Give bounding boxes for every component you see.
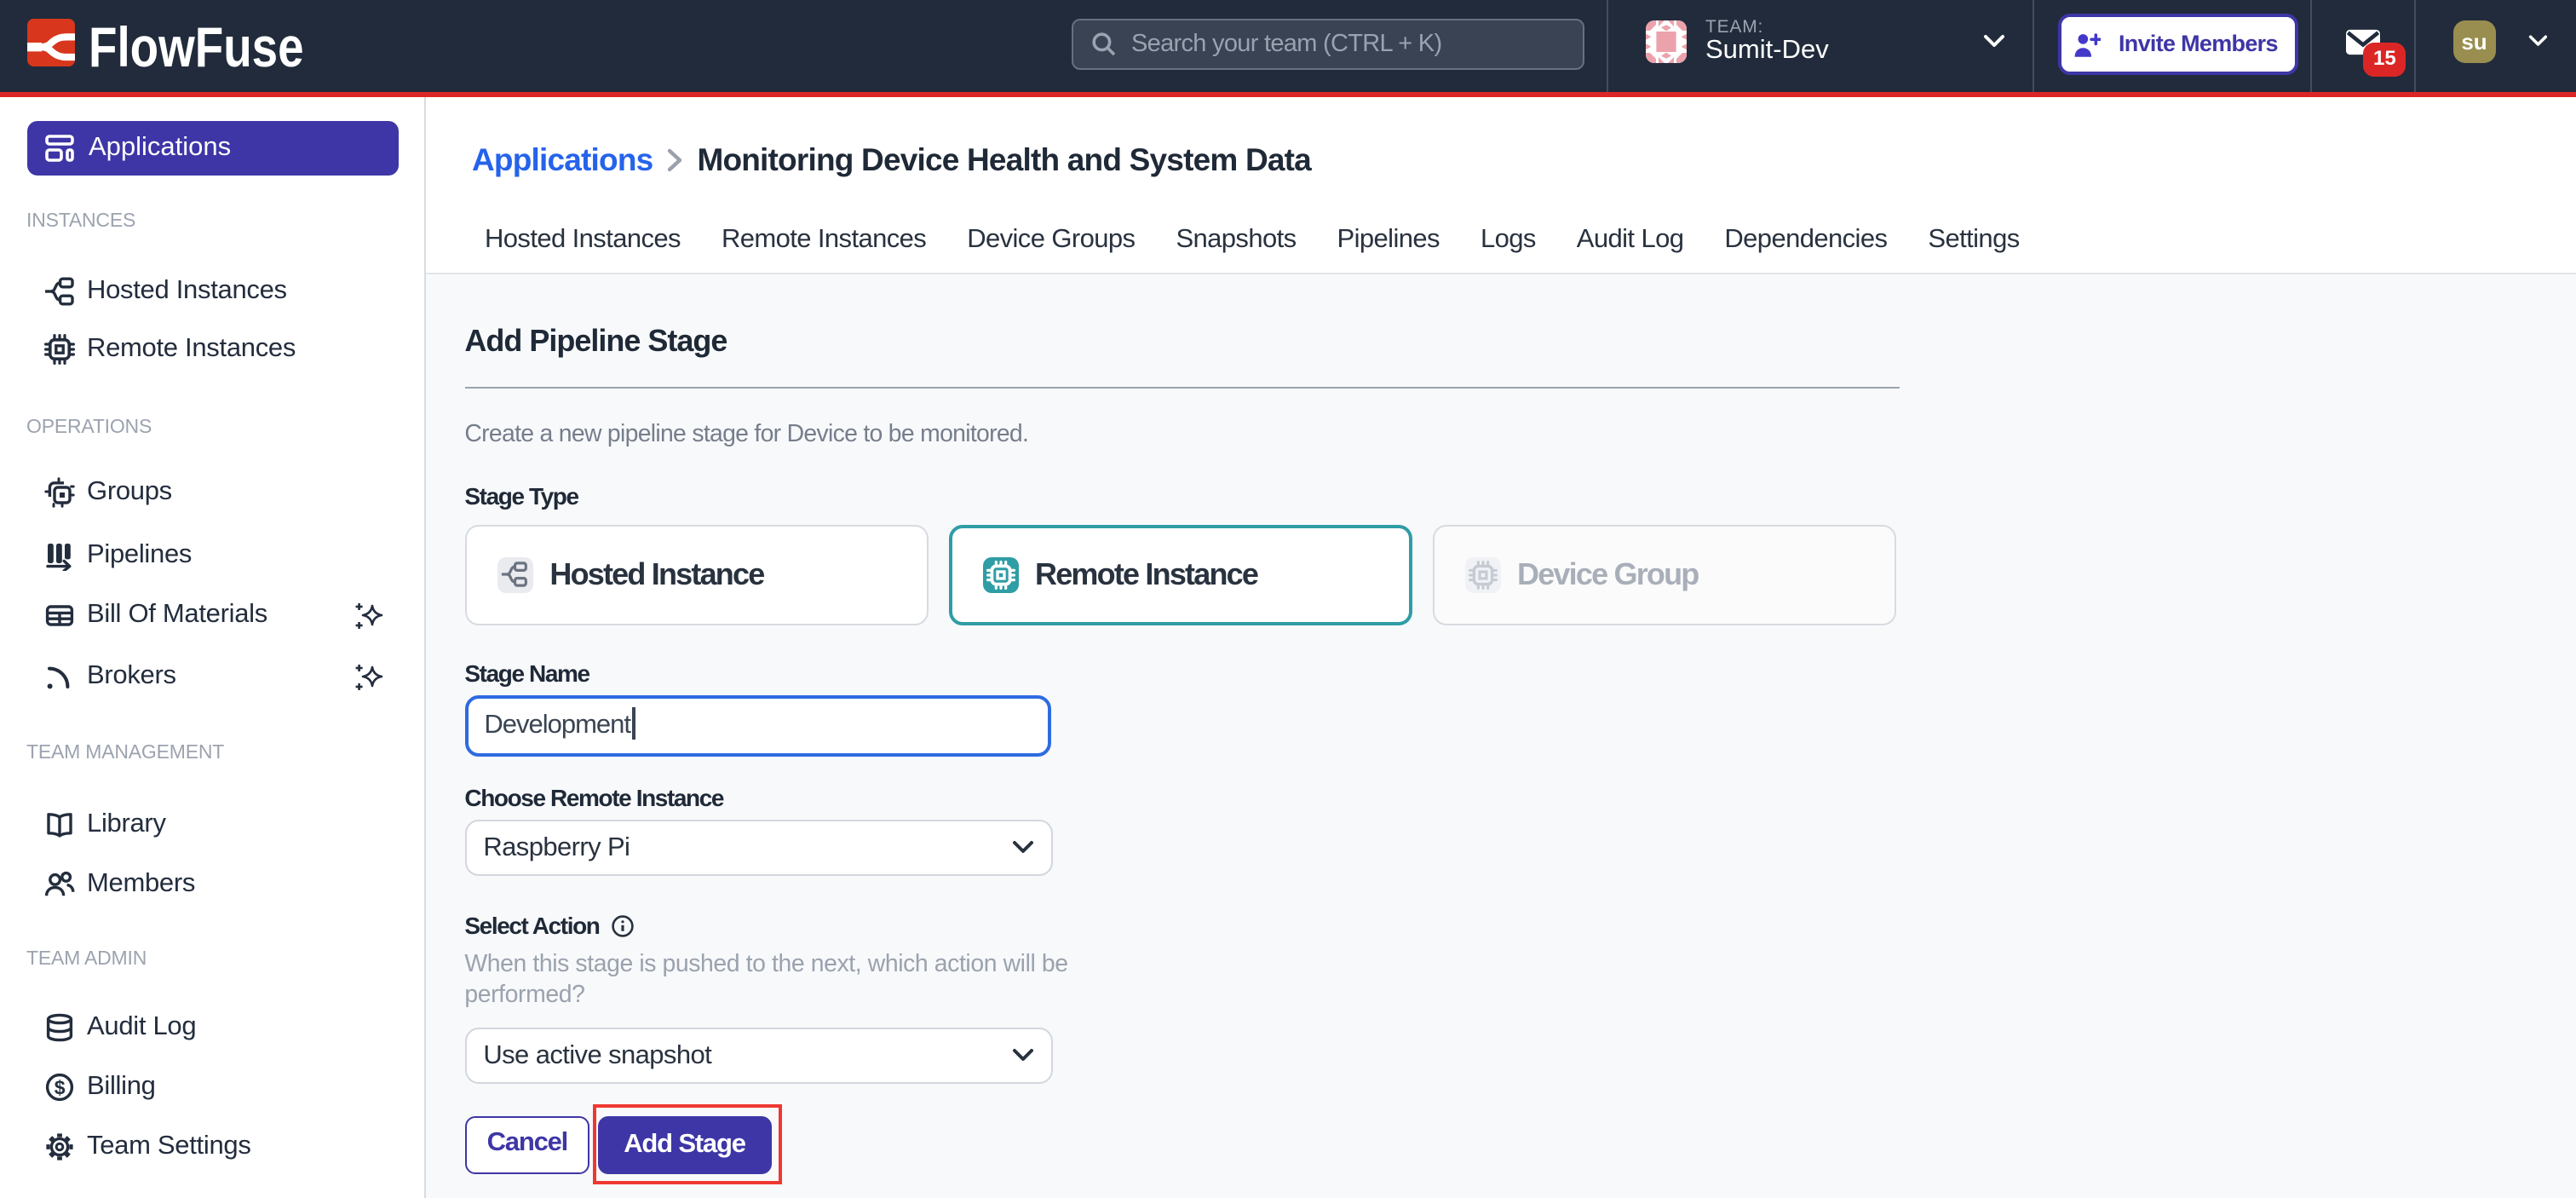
svg-text:$: $	[55, 1076, 66, 1098]
